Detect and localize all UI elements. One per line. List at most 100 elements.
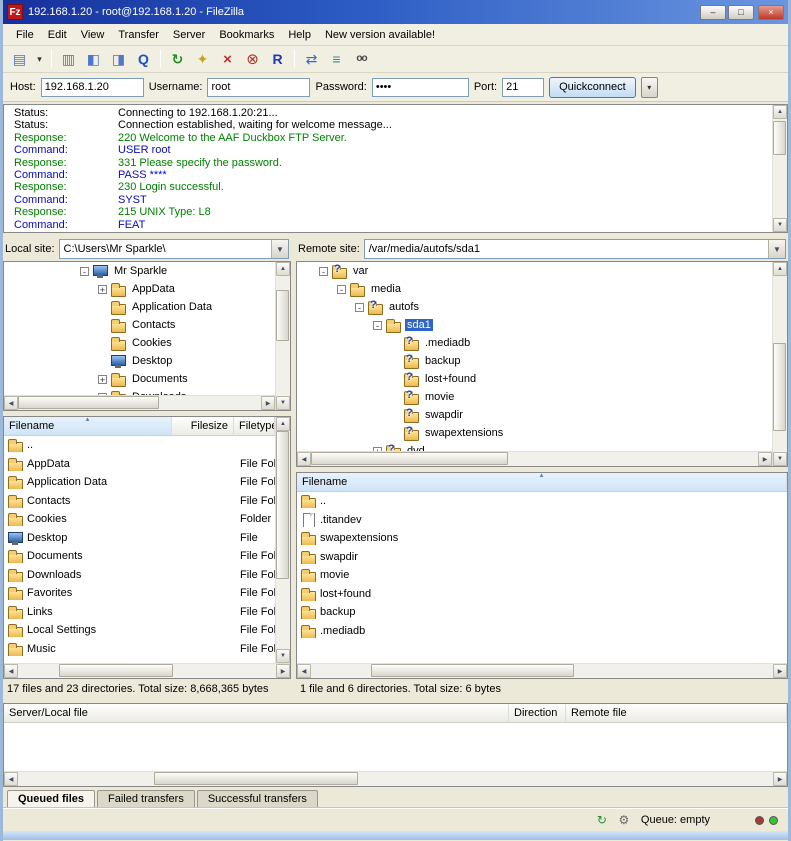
toggle-log-button[interactable]: ▥ — [57, 49, 80, 70]
remote-tree-horizontal-scrollbar[interactable]: ◀ ▶ — [297, 451, 772, 466]
file-row[interactable]: MusicFile Folder — [4, 640, 275, 659]
file-row[interactable]: .titandev — [297, 511, 787, 530]
tree-item[interactable]: ?movie — [297, 388, 772, 406]
file-row[interactable]: Local SettingsFile Folder — [4, 621, 275, 640]
scroll-down-button[interactable]: ▼ — [773, 218, 787, 232]
tree-item[interactable]: ?swapextensions — [297, 424, 772, 442]
column-header-filename[interactable]: Filename▴ — [4, 417, 172, 435]
menu-new-version[interactable]: New version available! — [318, 24, 442, 46]
column-header-direction[interactable]: Direction — [509, 704, 566, 722]
column-header-filesize[interactable]: Filesize — [172, 417, 234, 435]
menu-edit[interactable]: Edit — [41, 24, 74, 46]
scroll-down-button[interactable]: ▼ — [276, 649, 290, 663]
expander-icon[interactable] — [373, 321, 382, 330]
chevron-down-icon[interactable]: ▼ — [768, 240, 785, 258]
scroll-right-button[interactable]: ▶ — [758, 452, 772, 466]
cancel-button[interactable]: × — [216, 49, 239, 70]
compare-directories-button[interactable]: ⇄ — [300, 49, 323, 70]
tab-failed-transfers[interactable]: Failed transfers — [97, 790, 195, 808]
reconnect-button[interactable]: R — [266, 49, 289, 70]
site-manager-button[interactable]: ▤ — [8, 49, 31, 70]
menu-file[interactable]: File — [9, 24, 41, 46]
toggle-queue-button[interactable]: Q — [132, 49, 155, 70]
tree-item[interactable]: ?dvd — [297, 442, 772, 451]
file-row[interactable]: .mediadb — [297, 622, 787, 641]
maximize-button[interactable]: □ — [728, 5, 754, 20]
file-row[interactable]: swapextensions — [297, 529, 787, 548]
site-manager-dropdown-button[interactable]: ▾ — [33, 49, 46, 70]
minimize-button[interactable]: – — [700, 5, 726, 20]
tree-item[interactable]: ?var — [297, 262, 772, 280]
scrollbar-track[interactable] — [18, 396, 261, 410]
menu-help[interactable]: Help — [281, 24, 318, 46]
scroll-left-button[interactable]: ◀ — [4, 664, 18, 678]
scrollbar-thumb[interactable] — [276, 290, 289, 340]
expander-icon[interactable] — [80, 267, 89, 276]
scrollbar-track[interactable] — [18, 772, 773, 786]
menu-bookmarks[interactable]: Bookmarks — [212, 24, 281, 46]
scroll-left-button[interactable]: ◀ — [297, 664, 311, 678]
disconnect-button[interactable]: ⊗ — [241, 49, 264, 70]
scroll-right-button[interactable]: ▶ — [261, 396, 275, 410]
tree-item[interactable]: media — [297, 280, 772, 298]
scrollbar-thumb[interactable] — [154, 772, 358, 785]
sync-indicator-icon[interactable]: ↻ — [594, 813, 610, 827]
scrollbar-thumb[interactable] — [371, 664, 574, 677]
file-row[interactable]: backup — [297, 603, 787, 622]
toggle-local-tree-button[interactable]: ◧ — [82, 49, 105, 70]
file-row[interactable]: CookiesFolder — [4, 510, 275, 529]
remote-site-combo[interactable]: /var/media/autofs/sda1 ▼ — [364, 239, 786, 259]
column-header-remote-file[interactable]: Remote file — [566, 704, 787, 722]
local-tree-vertical-scrollbar[interactable]: ▲ ▼ — [275, 262, 290, 410]
file-row[interactable]: AppDataFile Folder — [4, 455, 275, 474]
file-row[interactable]: LinksFile Folder — [4, 603, 275, 622]
column-header-filename[interactable]: Filename▴ — [297, 473, 787, 491]
local-list-vertical-scrollbar[interactable]: ▲ ▼ — [275, 417, 290, 663]
menu-transfer[interactable]: Transfer — [111, 24, 166, 46]
queue-horizontal-scrollbar[interactable]: ◀ ▶ — [4, 771, 787, 786]
local-list-horizontal-scrollbar[interactable]: ◀ ▶ — [4, 663, 290, 678]
scrollbar-thumb[interactable] — [773, 343, 786, 431]
refresh-button[interactable]: ↻ — [166, 49, 189, 70]
scroll-left-button[interactable]: ◀ — [297, 452, 311, 466]
chevron-down-icon[interactable]: ▼ — [271, 240, 288, 258]
file-row[interactable]: DownloadsFile Folder — [4, 566, 275, 585]
expander-icon[interactable] — [319, 267, 328, 276]
tree-item[interactable]: ?.mediadb — [297, 334, 772, 352]
scrollbar-track[interactable] — [311, 452, 758, 466]
scrollbar-thumb[interactable] — [18, 396, 159, 409]
scroll-right-button[interactable]: ▶ — [276, 664, 290, 678]
scroll-down-button[interactable]: ▼ — [276, 396, 290, 410]
scrollbar-track[interactable] — [773, 276, 787, 452]
expander-icon[interactable] — [98, 375, 107, 384]
expander-icon[interactable] — [373, 447, 382, 452]
menu-server[interactable]: Server — [166, 24, 212, 46]
scrollbar-thumb[interactable] — [311, 452, 508, 465]
log-vertical-scrollbar[interactable]: ▲ ▼ — [772, 105, 787, 232]
file-row[interactable]: ContactsFile Folder — [4, 492, 275, 511]
file-row[interactable]: DesktopFile — [4, 529, 275, 548]
file-row[interactable]: swapdir — [297, 548, 787, 567]
tree-item-selected[interactable]: sda1 — [297, 316, 772, 334]
tree-item[interactable]: Downloads — [4, 388, 275, 395]
username-input[interactable] — [207, 78, 310, 97]
tree-item[interactable]: Contacts — [4, 316, 275, 334]
scrollbar-track[interactable] — [276, 276, 290, 396]
file-row[interactable]: DocumentsFile Folder — [4, 547, 275, 566]
local-site-combo[interactable]: C:\Users\Mr Sparkle\ ▼ — [59, 239, 289, 259]
close-button[interactable]: × — [758, 5, 784, 20]
column-header-filetype[interactable]: Filetype — [234, 417, 275, 435]
tree-item[interactable]: Application Data — [4, 298, 275, 316]
scrollbar-thumb[interactable] — [773, 121, 786, 155]
tree-item[interactable]: Documents — [4, 370, 275, 388]
host-input[interactable] — [41, 78, 144, 97]
remote-list-horizontal-scrollbar[interactable]: ◀ ▶ — [297, 663, 787, 678]
scrollbar-track[interactable] — [18, 664, 276, 678]
scroll-left-button[interactable]: ◀ — [4, 396, 18, 410]
scroll-right-button[interactable]: ▶ — [773, 772, 787, 786]
file-row[interactable]: FavoritesFile Folder — [4, 584, 275, 603]
scroll-up-button[interactable]: ▲ — [276, 262, 290, 276]
tree-item[interactable]: ?lost+found — [297, 370, 772, 388]
synchronized-browsing-button[interactable]: ≡ — [325, 49, 348, 70]
quickconnect-button[interactable]: Quickconnect — [549, 77, 636, 98]
